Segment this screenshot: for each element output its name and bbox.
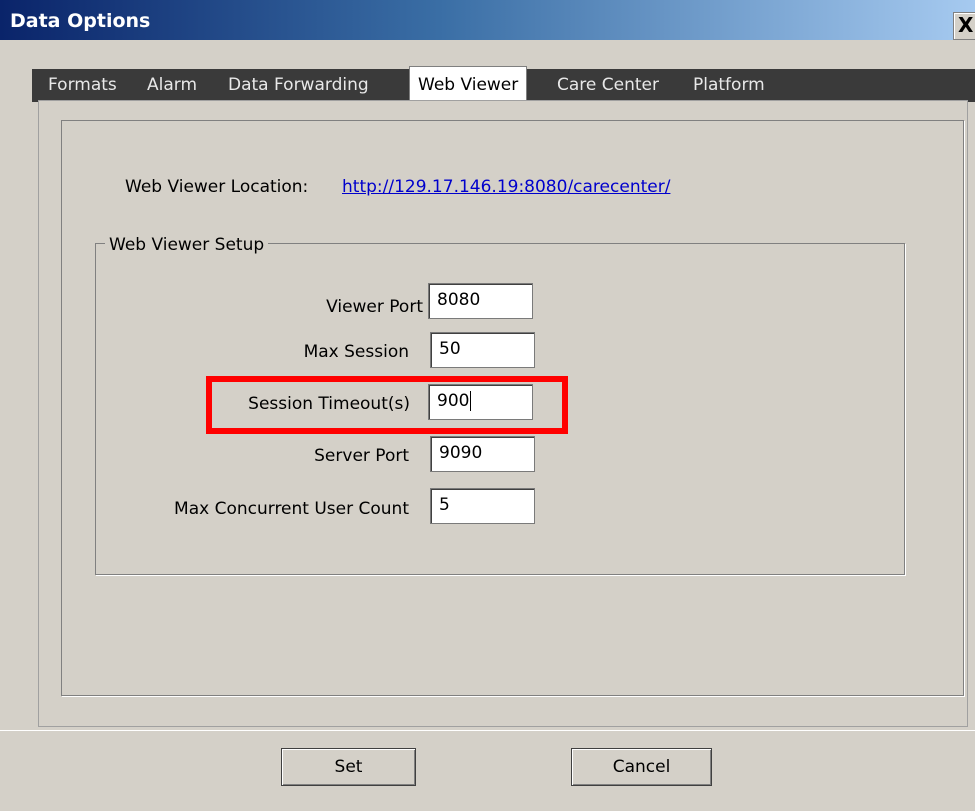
max-session-field[interactable]: 50 — [430, 332, 535, 368]
tab-formats[interactable]: Formats — [40, 69, 125, 102]
close-icon: X — [958, 13, 974, 37]
viewer-port-field[interactable]: 8080 — [428, 283, 533, 319]
max-concurrent-user-count-field[interactable]: 5 — [430, 488, 535, 524]
tab-alarm[interactable]: Alarm — [139, 69, 205, 102]
setup-groupbox-title: Web Viewer Setup — [105, 235, 269, 255]
location-link[interactable]: http://129.17.146.19:8080/carecenter/ — [342, 177, 670, 197]
set-button[interactable]: Set — [281, 748, 416, 786]
server-port-label: Server Port — [314, 446, 409, 466]
tab-data-forwarding[interactable]: Data Forwarding — [220, 69, 377, 102]
max-session-value: 50 — [439, 339, 461, 359]
max-session-label: Max Session — [303, 342, 409, 362]
tab-platform[interactable]: Platform — [685, 69, 773, 102]
close-button[interactable]: X — [953, 12, 975, 40]
tab-care-center[interactable]: Care Center — [549, 69, 667, 102]
session-timeout-highlight — [206, 376, 568, 434]
divider — [0, 730, 975, 731]
window-title: Data Options — [10, 10, 151, 32]
title-bar: Data Options — [0, 0, 975, 40]
max-concurrent-user-count-label: Max Concurrent User Count — [174, 499, 409, 519]
viewer-port-label: Viewer Port — [326, 297, 423, 317]
viewer-port-value: 8080 — [437, 290, 481, 310]
server-port-field[interactable]: 9090 — [430, 436, 535, 472]
max-concurrent-user-count-value: 5 — [439, 495, 450, 515]
tab-web-viewer[interactable]: Web Viewer — [409, 66, 528, 102]
location-label: Web Viewer Location: — [125, 177, 309, 197]
server-port-value: 9090 — [439, 443, 483, 463]
cancel-button[interactable]: Cancel — [571, 748, 712, 786]
tab-strip: Formats Alarm Data Forwarding Web Viewer… — [32, 66, 975, 102]
